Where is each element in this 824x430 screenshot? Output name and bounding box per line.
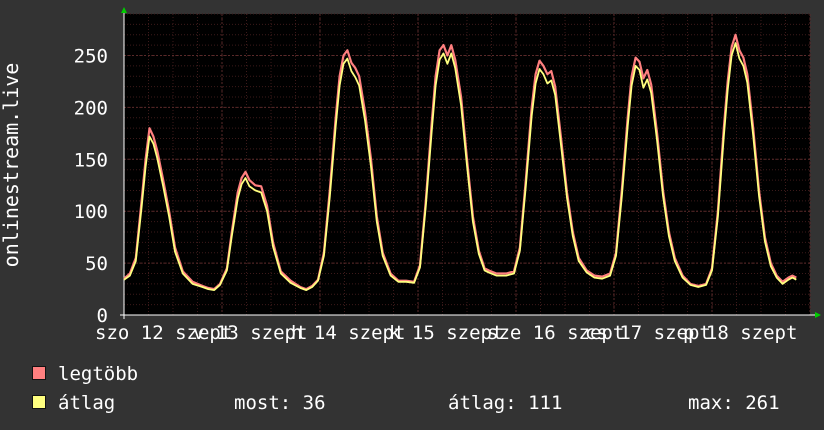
stat-average: átlag: 111 <box>448 392 563 414</box>
y-tick-label: 250 <box>74 46 108 68</box>
stat-current: most: 36 <box>234 392 326 414</box>
legend-label-average: átlag <box>58 392 116 414</box>
y-tick-label: 50 <box>85 253 108 275</box>
legend-label-max: legtöbb <box>58 363 139 385</box>
x-axis-arrow <box>815 312 821 318</box>
y-axis-arrow <box>121 7 127 13</box>
legend-swatch-average <box>32 395 46 409</box>
x-tick-label: p 18 szept <box>683 322 797 344</box>
y-tick-label: 100 <box>74 201 108 223</box>
y-axis-label: onlinestream.live <box>0 63 23 268</box>
stat-max: max: 261 <box>688 392 780 414</box>
y-tick-label: 150 <box>74 149 108 171</box>
y-tick-label: 200 <box>74 97 108 119</box>
legend-swatch-max <box>32 366 46 380</box>
